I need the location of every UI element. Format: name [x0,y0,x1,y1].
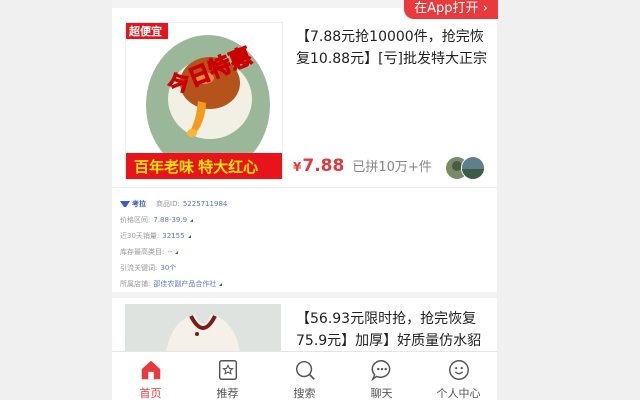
tab-chat[interactable]: 聊天 [343,352,420,400]
stats-row: 近30天销量: 32155 [120,228,490,244]
buyer-avatars [445,156,485,180]
stats-row: 考拉 商品ID: 5225711984 [120,196,490,212]
home-icon [141,360,160,380]
product-image[interactable]: 今日特惠 百年老味 特大红心 超便宜 [125,22,283,180]
profile-icon [448,360,469,380]
product-feed: 今日特惠 百年老味 特大红心 超便宜 【7.88元抢10000件，抢完恢复10.… [112,0,497,400]
chevron-right-icon: › [482,1,488,16]
recommend-icon [218,360,237,380]
price-row: ¥7.88 已拼10万+件 [293,156,432,176]
tab-recommend[interactable]: 推荐 [189,352,266,400]
chat-icon [370,360,390,382]
footer-text: 百年老味 特大红心 [134,158,258,176]
bottom-tab-bar: 首页 推荐 搜索 聊天 个人中心 [112,351,497,400]
stats-row: 库存最高类目: -- [120,244,490,260]
product-title[interactable]: 【7.88元抢10000件，抢完恢复10.88元】[亏]批发特大正宗 [296,26,490,70]
stats-row: 价格区间: 7.88-39.9 [120,212,490,228]
tab-home[interactable]: 首页 [112,352,189,400]
logo-icon [120,201,130,207]
stats-row: 引流关键词: 30个 [120,264,177,272]
stats-row: 所属店铺: 邵佳农副产品合作社 [120,276,490,292]
divider [112,187,497,188]
price: ¥7.88 [293,156,345,176]
discount-badge: 超便宜 [128,24,162,38]
expand-icon[interactable] [219,282,223,286]
product-stats: 考拉 商品ID: 5225711984 价格区间: 7.88-39.9 近30天… [120,196,490,292]
product-card[interactable]: 今日特惠 百年老味 特大红心 超便宜 【7.88元抢10000件，抢完恢复10.… [112,12,497,187]
tab-search[interactable]: 搜索 [266,352,343,400]
open-in-app-button[interactable]: 在App打开 › [404,0,498,19]
product-title[interactable]: 【56.93元限时抢，抢完恢复75.9元】加厚】好质量仿水貂 [296,308,490,352]
search-icon [295,360,315,380]
tab-profile[interactable]: 个人中心 [420,352,497,400]
expand-icon[interactable] [175,250,179,254]
expand-icon[interactable] [187,234,191,238]
avatar [461,156,485,180]
sold-count: 已拼10万+件 [352,160,432,175]
expand-icon[interactable] [190,218,194,222]
product-card[interactable]: 【56.93元限时抢，抢完恢复75.9元】加厚】好质量仿水貂 [112,298,497,364]
plugin-logo: 考拉 [120,196,146,212]
